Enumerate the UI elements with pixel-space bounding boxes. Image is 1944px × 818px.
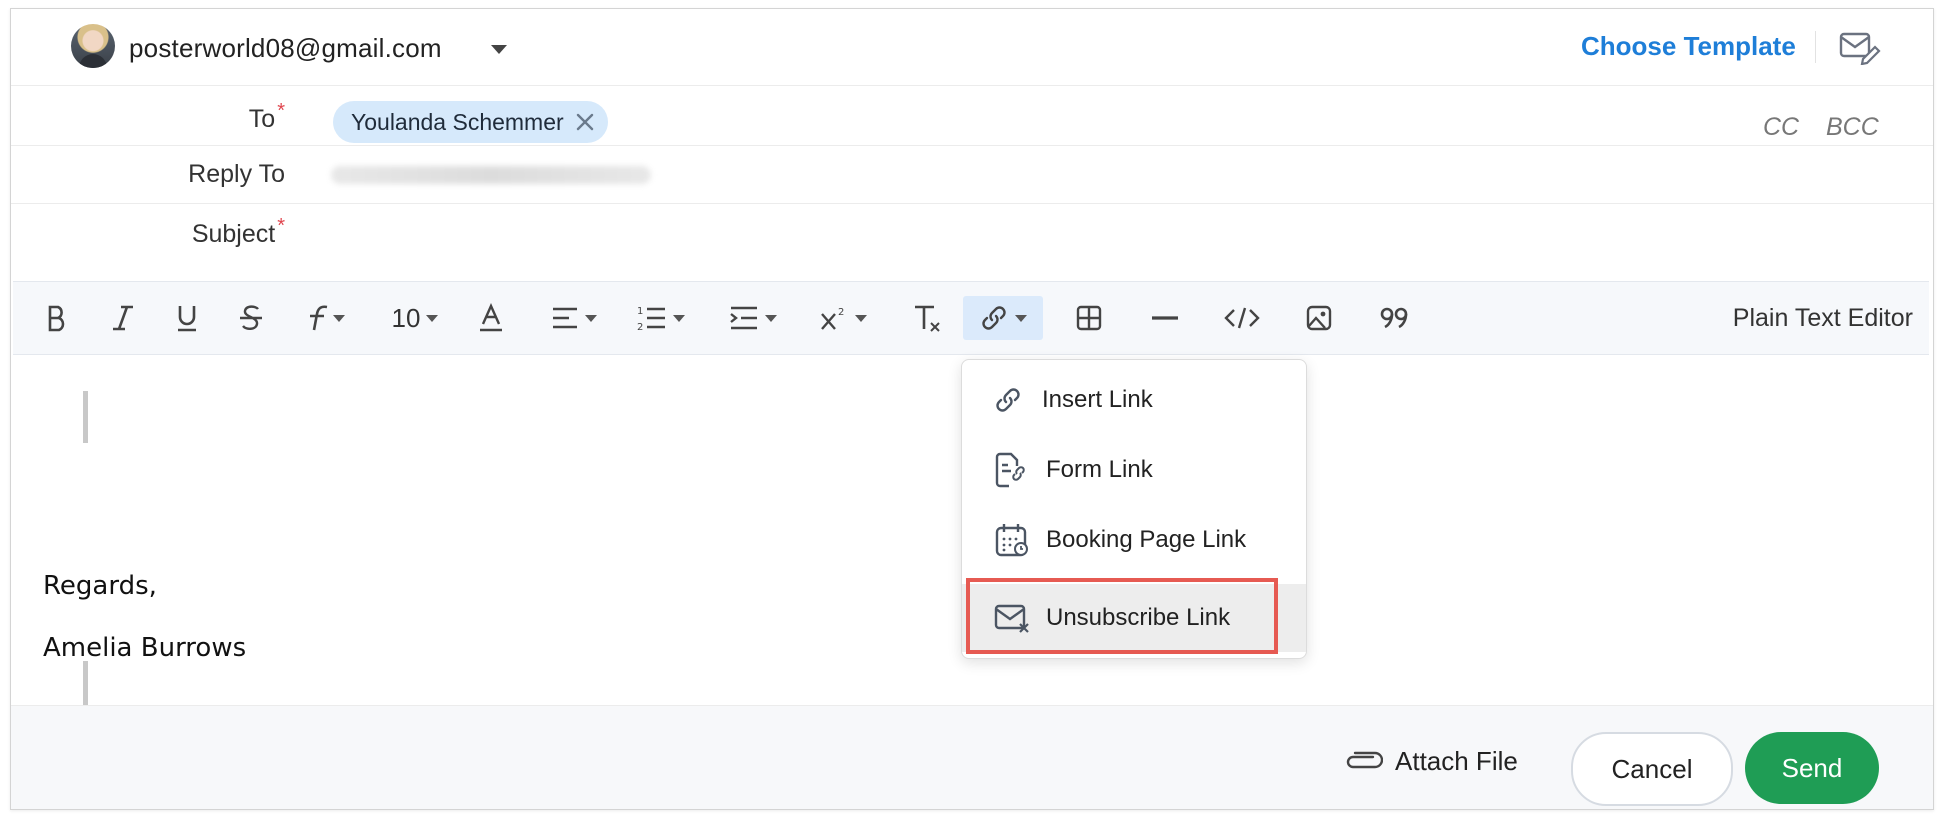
- mail-edit-icon[interactable]: [1837, 29, 1881, 65]
- font-size-selector[interactable]: 10: [385, 296, 445, 340]
- reply-to-field[interactable]: [331, 166, 651, 184]
- link-dropdown-button[interactable]: [963, 296, 1043, 340]
- compose-window: posterworld08@gmail.com Choose Template …: [10, 8, 1934, 810]
- form-link-icon: [992, 450, 1032, 490]
- subject-label: Subject *: [191, 215, 285, 248]
- paperclip-icon: [1346, 751, 1383, 768]
- svg-text:2: 2: [637, 322, 643, 332]
- signature-line-2: Amelia Burrows: [43, 633, 247, 663]
- bcc-toggle[interactable]: BCC: [1826, 113, 1879, 142]
- menu-item-form-link[interactable]: Form Link: [962, 440, 1306, 500]
- formatting-toolbar: 10 12 2 Plain Text Editor: [13, 281, 1929, 355]
- avatar: [71, 24, 115, 68]
- recipient-name: Youlanda Schemmer: [351, 108, 564, 135]
- svg-text:2: 2: [838, 307, 844, 318]
- menu-item-label: Booking Page Link: [1046, 526, 1247, 553]
- cc-toggle[interactable]: CC: [1763, 113, 1799, 142]
- table-icon[interactable]: [1069, 296, 1109, 340]
- menu-item-label: Form Link: [1046, 456, 1153, 483]
- to-row: To * Youlanda Schemmer CC BCC: [11, 85, 1933, 146]
- attach-file-button[interactable]: Attach File: [1343, 746, 1518, 777]
- text-cursor: [83, 391, 88, 443]
- close-icon[interactable]: [574, 111, 596, 133]
- compose-footer: Attach File Cancel Send: [11, 705, 1933, 809]
- numbered-list-icon[interactable]: 12: [629, 296, 693, 340]
- menu-item-booking-page-link[interactable]: Booking Page Link: [962, 510, 1306, 570]
- indent-icon[interactable]: [721, 296, 785, 340]
- superscript-icon[interactable]: 2: [811, 296, 875, 340]
- link-dropdown-menu: Insert Link Form Link Booking Page Link …: [961, 359, 1307, 659]
- italic-icon[interactable]: [105, 296, 141, 340]
- reply-to-label: Reply To: [188, 160, 285, 188]
- signature-line-1: Regards,: [43, 571, 157, 601]
- recipient-chip[interactable]: Youlanda Schemmer: [333, 101, 608, 143]
- subject-row: Subject *: [11, 204, 1933, 264]
- attach-file-label: Attach File: [1395, 746, 1518, 776]
- font-family-icon[interactable]: [299, 296, 353, 340]
- menu-item-label: Insert Link: [1042, 386, 1153, 413]
- send-button[interactable]: Send: [1745, 732, 1879, 804]
- align-icon[interactable]: [543, 296, 605, 340]
- code-icon[interactable]: [1219, 296, 1265, 340]
- clear-format-icon[interactable]: [907, 296, 947, 340]
- horizontal-line-icon[interactable]: [1145, 296, 1185, 340]
- svg-text:1: 1: [637, 306, 643, 317]
- bold-icon[interactable]: [39, 296, 75, 340]
- divider: [1815, 31, 1816, 63]
- underline-icon[interactable]: [169, 296, 205, 340]
- image-icon[interactable]: [1299, 296, 1339, 340]
- link-icon: [988, 380, 1028, 420]
- link-icon: [982, 306, 1006, 330]
- strikethrough-icon[interactable]: [233, 296, 269, 340]
- menu-item-insert-link[interactable]: Insert Link: [962, 370, 1306, 430]
- cancel-button[interactable]: Cancel: [1571, 732, 1733, 806]
- text-color-icon[interactable]: [473, 296, 509, 340]
- plain-text-editor-toggle[interactable]: Plain Text Editor: [1733, 304, 1913, 333]
- text-cursor: [83, 661, 88, 705]
- reply-to-row: Reply To: [11, 146, 1933, 204]
- from-email-selector[interactable]: posterworld08@gmail.com: [129, 33, 442, 64]
- highlight-annotation: [966, 578, 1278, 654]
- to-label: To *: [248, 100, 285, 133]
- choose-template-link[interactable]: Choose Template: [1581, 31, 1796, 62]
- compose-header: posterworld08@gmail.com Choose Template: [11, 9, 1933, 86]
- chevron-down-icon[interactable]: [491, 45, 507, 54]
- calendar-icon: [992, 520, 1032, 560]
- quote-icon[interactable]: [1375, 296, 1415, 340]
